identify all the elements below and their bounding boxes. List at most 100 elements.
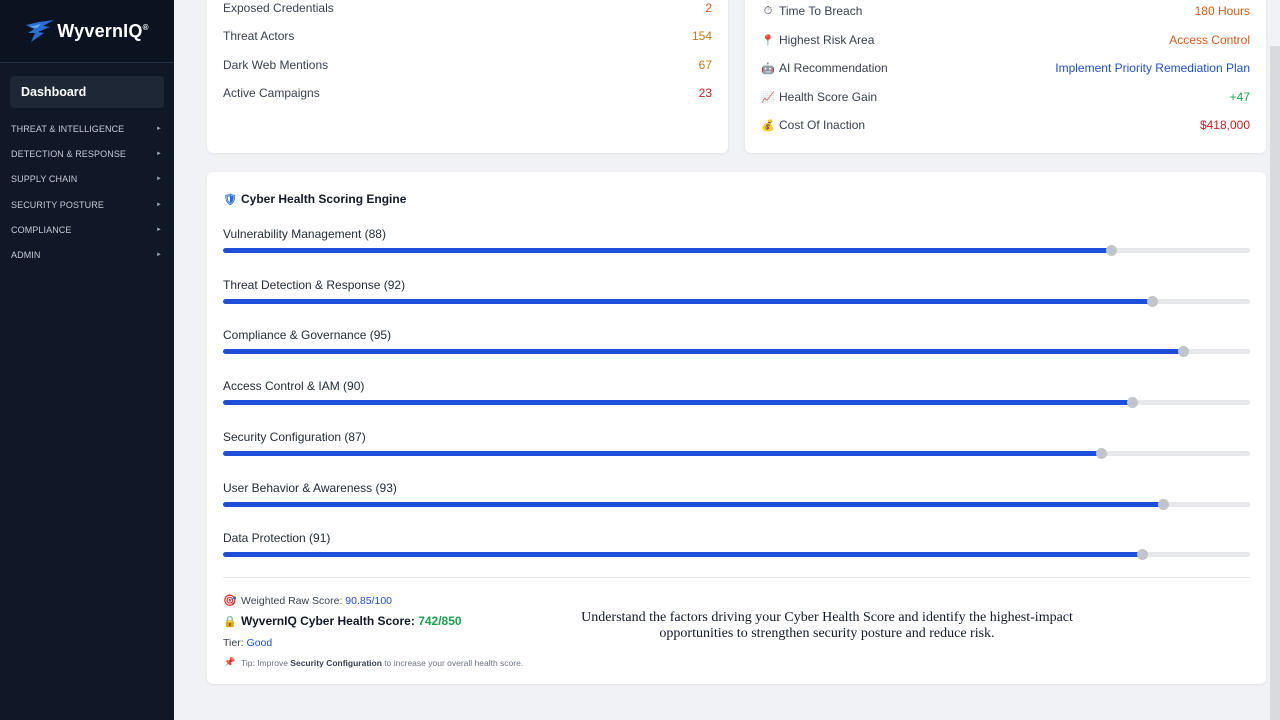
metric-compliance-governance: Compliance & Governance (95) [223, 328, 1250, 368]
insight-value: $418,000 [1199, 118, 1250, 132]
slider-handle[interactable] [1137, 549, 1149, 560]
insight-value: 180 Hours [1194, 4, 1250, 18]
chevron-right-icon: ► [155, 201, 162, 208]
lock-icon: 🔒 [223, 615, 237, 628]
sidebar: WyvernIQ® Dashboard THREAT & INTELLIGENC… [0, 0, 174, 720]
chevron-right-icon: ► [155, 252, 162, 259]
stat-row-exposed-credentials: Exposed Credentials 2 [223, 0, 712, 18]
tier: Tier: Good [223, 637, 273, 649]
metric-label: Threat Detection & Response (92) [223, 278, 406, 292]
metric-slider[interactable] [223, 296, 1250, 307]
page-scrollbar[interactable] [1270, 46, 1280, 720]
pushpin-icon: 📌 [224, 657, 236, 667]
insight-row-health-score-gain: 📈 Health Score Gain +47 [761, 87, 1250, 107]
improvement-tip: 📌 Tip: Improve Security Configuration to… [224, 657, 524, 668]
insight-label: Health Score Gain [779, 90, 878, 104]
metric-label: User Behavior & Awareness (93) [223, 481, 397, 495]
slider-handle[interactable] [1147, 296, 1159, 307]
sidebar-item-compliance[interactable]: COMPLIANCE ► [0, 217, 174, 242]
metric-label: Security Configuration (87) [223, 430, 366, 444]
metric-vulnerability-management: Vulnerability Management (88) [223, 227, 1250, 267]
money-bag-icon: 💰 [761, 119, 775, 132]
robot-icon: 🤖 [761, 62, 775, 75]
stat-label: Threat Actors [223, 29, 295, 43]
metric-data-protection: Data Protection (91) [223, 531, 1250, 571]
metric-slider[interactable] [223, 499, 1250, 510]
target-icon: 🎯 [223, 595, 237, 607]
score-description: Understand the factors driving your Cybe… [581, 610, 1073, 641]
insight-value: +47 [1229, 90, 1250, 104]
insight-value[interactable]: Implement Priority Remediation Plan [1055, 61, 1250, 75]
sidebar-item-security-posture[interactable]: SECURITY POSTURE ► [0, 192, 174, 217]
slider-handle[interactable] [1096, 448, 1108, 459]
insight-row-cost-of-inaction: 💰 Cost Of Inaction $418,000 [761, 115, 1250, 135]
stat-row-dark-web-mentions: Dark Web Mentions 67 [223, 55, 712, 75]
metric-slider[interactable] [223, 549, 1250, 560]
metric-user-behavior-awareness: User Behavior & Awareness (93) [223, 481, 1250, 521]
metric-fill [223, 502, 1163, 507]
metric-fill [223, 451, 1102, 456]
insight-label: AI Recommendation [779, 61, 888, 75]
risk-insights-card: ⏱ Time To Breach 180 Hours 📍 Highest Risk … [745, 0, 1266, 153]
stat-label: Active Campaigns [223, 86, 320, 100]
insight-row-ai-recommendation: 🤖 AI Recommendation Implement Priority Re… [761, 58, 1250, 78]
stat-value: 67 [698, 58, 712, 72]
pin-icon: 📍 [761, 34, 775, 47]
sidebar-item-threat-intelligence[interactable]: THREAT & INTELLIGENCE ► [0, 116, 174, 141]
sidebar-item-detection-response[interactable]: DETECTION & RESPONSE ► [0, 141, 174, 166]
shield-icon: 🛡 [223, 193, 237, 206]
sidebar-item-supply-chain[interactable]: SUPPLY CHAIN ► [0, 167, 174, 192]
metric-fill [223, 400, 1132, 405]
stat-value: 2 [705, 1, 712, 15]
stat-label: Exposed Credentials [223, 1, 334, 15]
wyvern-logo-icon [26, 20, 55, 42]
sidebar-item-label: SECURITY POSTURE [11, 199, 104, 210]
sidebar-item-label: SUPPLY CHAIN [11, 174, 78, 185]
insight-row-highest-risk-area: 📍 Highest Risk Area Access Control [761, 30, 1250, 50]
tier-value: Good [246, 637, 273, 649]
chevron-right-icon: ► [155, 125, 162, 132]
slider-handle[interactable] [1178, 346, 1190, 357]
insight-label: Time To Breach [779, 4, 863, 18]
sidebar-item-dashboard[interactable]: Dashboard [10, 76, 164, 108]
divider [223, 577, 1250, 578]
metric-slider[interactable] [223, 397, 1250, 408]
chevron-right-icon: ► [155, 226, 162, 233]
insight-value: Access Control [1169, 33, 1250, 47]
stat-value: 23 [698, 86, 712, 100]
metric-fill [223, 248, 1112, 253]
threat-stats-card: Exposed Credentials 2 Threat Actors 154 … [207, 0, 728, 153]
sidebar-item-label: COMPLIANCE [11, 224, 72, 235]
metric-access-control-iam: Access Control & IAM (90) [223, 379, 1250, 419]
metric-fill [223, 349, 1184, 354]
insight-row-time-to-breach: ⏱ Time To Breach 180 Hours [761, 1, 1250, 21]
sidebar-item-label: DETECTION & RESPONSE [11, 148, 127, 159]
metric-security-configuration: Security Configuration (87) [223, 430, 1250, 470]
metric-label: Vulnerability Management (88) [223, 227, 386, 241]
slider-handle[interactable] [1157, 499, 1169, 510]
stat-row-threat-actors: Threat Actors 154 [223, 26, 712, 46]
metric-slider[interactable] [223, 245, 1250, 256]
chart-up-icon: 📈 [761, 91, 775, 104]
slider-handle[interactable] [1126, 397, 1138, 408]
cyber-health-score-value: 742/850 [418, 614, 462, 628]
sidebar-item-admin[interactable]: ADMIN ► [0, 242, 174, 267]
section-title: 🛡 Cyber Health Scoring Engine [223, 192, 407, 206]
metric-slider[interactable] [223, 346, 1250, 357]
stat-value: 154 [691, 29, 712, 43]
sidebar-item-label: ADMIN [11, 250, 41, 261]
metric-slider[interactable] [223, 448, 1250, 459]
insight-label: Cost Of Inaction [779, 118, 866, 132]
sidebar-item-label: Dashboard [21, 85, 87, 99]
brand-name: WyvernIQ® [57, 20, 149, 41]
stat-row-active-campaigns: Active Campaigns 23 [223, 83, 712, 103]
weighted-raw-score-value: 90.85/100 [345, 594, 392, 607]
chevron-right-icon: ► [155, 176, 162, 183]
chevron-right-icon: ► [155, 150, 162, 157]
sidebar-item-label: THREAT & INTELLIGENCE [11, 123, 125, 134]
metric-label: Data Protection (91) [223, 531, 331, 545]
slider-handle[interactable] [1106, 245, 1118, 256]
timer-icon: ⏱ [763, 4, 773, 17]
metric-label: Access Control & IAM (90) [223, 379, 365, 393]
brand-logo[interactable]: WyvernIQ® [0, 0, 174, 63]
